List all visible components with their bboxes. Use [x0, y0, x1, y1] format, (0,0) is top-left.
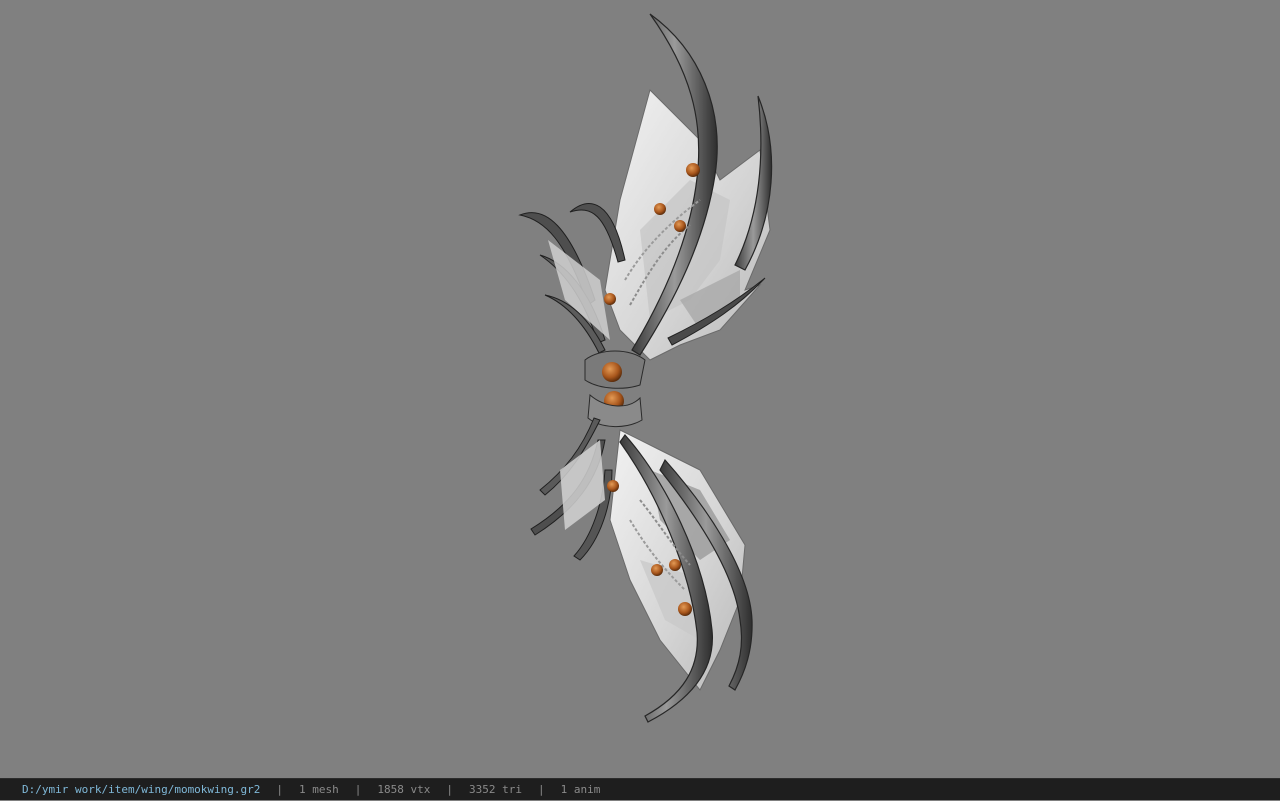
center-orb [602, 362, 622, 382]
lower-orb [651, 564, 663, 576]
triangle-count: 3352 tri [469, 782, 523, 796]
upper-orb [686, 163, 700, 177]
upper-orb [604, 293, 616, 305]
status-bar: D:/ymir work/item/wing/momokwing.gr2 | 1… [0, 778, 1280, 800]
upper-orb [654, 203, 666, 215]
upper-claw-membrane [548, 240, 610, 340]
upper-wing [518, 13, 773, 361]
wing-model-render[interactable] [0, 0, 1280, 778]
separator: | [276, 782, 284, 796]
vertex-count: 1858 vtx [377, 782, 431, 796]
file-path: D:/ymir work/item/wing/momokwing.gr2 [22, 782, 261, 796]
upper-orb [674, 220, 686, 232]
3d-viewport[interactable] [0, 0, 1280, 778]
lower-wing [530, 417, 753, 723]
upper-claw [569, 203, 626, 263]
center-joint [584, 350, 646, 427]
separator: | [354, 782, 362, 796]
mesh-count: 1 mesh [299, 782, 339, 796]
lower-orb [678, 602, 692, 616]
separator: | [446, 782, 454, 796]
lower-orb [669, 559, 681, 571]
lower-orb [607, 480, 619, 492]
separator: | [538, 782, 545, 796]
anim-count: 1 anim [560, 782, 601, 796]
